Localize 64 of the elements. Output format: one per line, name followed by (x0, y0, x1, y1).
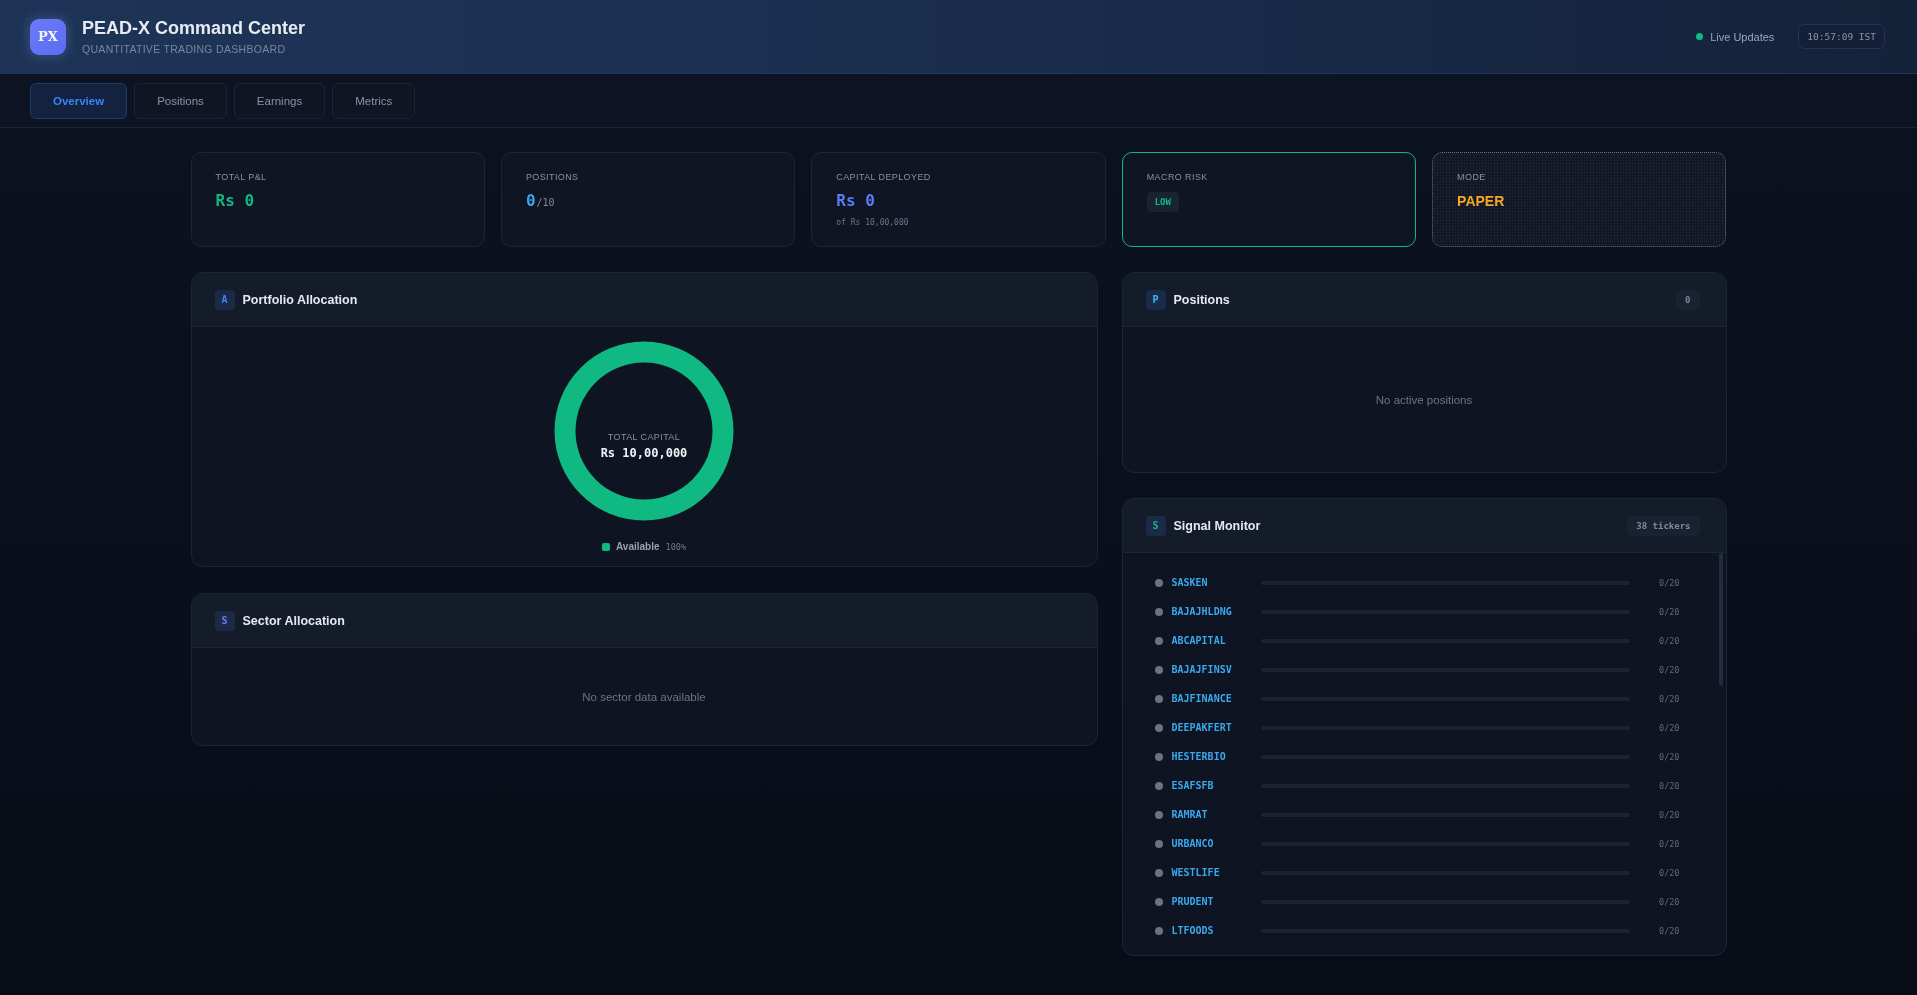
signal-reading: 0/20 (1659, 896, 1680, 907)
stat-note: of Rs 10,00,000 (836, 218, 910, 227)
scrollbar-thumb[interactable] (1718, 553, 1723, 686)
stat-label: CAPITAL DEPLOYED (836, 171, 932, 183)
section-letter: S (214, 610, 235, 631)
ticker-symbol[interactable]: BAJAJHLDNG (1171, 606, 1261, 617)
section-letter: A (214, 289, 235, 310)
signal-reading: 0/20 (1659, 722, 1680, 733)
signal-reading: 0/20 (1659, 606, 1680, 617)
ticker-symbol[interactable]: WESTLIFE (1171, 867, 1261, 878)
signal-reading: 0/20 (1659, 867, 1680, 878)
ticker-symbol[interactable]: BAJFINANCE (1171, 693, 1261, 704)
ticker-symbol[interactable]: RAMRAT (1171, 809, 1261, 820)
tab[interactable]: Earnings (233, 82, 326, 119)
signal-reading: 0/20 (1659, 751, 1680, 762)
signal-reading: 0/20 (1659, 925, 1680, 936)
panel-title: Positions (1173, 292, 1231, 307)
tab[interactable]: Metrics (332, 82, 416, 119)
legend-label: Available (616, 541, 660, 552)
tab[interactable]: Overview (30, 82, 128, 119)
panel-title: Signal Monitor (1173, 518, 1262, 533)
panel-title: Portfolio Allocation (242, 292, 359, 307)
clock-display: 10:57:09 IST (1798, 24, 1885, 49)
ticker-symbol[interactable]: ABCAPITAL (1171, 635, 1261, 646)
app-logo: PX (30, 18, 66, 55)
stat-label: MODE (1457, 171, 1487, 183)
ticker-symbol[interactable]: DEEPAKFERT (1171, 722, 1261, 733)
ticker-symbol[interactable]: LTFOODS (1171, 925, 1261, 936)
tab[interactable]: Positions (134, 82, 227, 119)
ticker-symbol[interactable]: BAJAJFINSV (1171, 664, 1261, 675)
ticker-symbol[interactable]: SASKEN (1171, 577, 1261, 588)
stat-label: POSITIONS (525, 171, 580, 183)
stat-total: /10 (536, 197, 555, 208)
signal-reading: 0/20 (1659, 577, 1680, 588)
section-letter: P (1145, 289, 1166, 310)
stat-value: 0 (525, 191, 536, 211)
section-letter: S (1145, 515, 1166, 536)
stat-label: TOTAL P&L (215, 171, 268, 183)
panel-title: Sector Allocation (242, 613, 346, 628)
signal-reading: 0/20 (1659, 780, 1680, 791)
legend-value: 100% (665, 541, 686, 552)
ticker-symbol[interactable]: URBANCO (1171, 838, 1261, 849)
app-title: PEAD-X Command Center (82, 18, 306, 38)
ring-center-value: Rs 10,00,000 (600, 446, 688, 460)
ticker-symbol[interactable]: PRUDENT (1171, 896, 1261, 907)
mode-value: PAPER (1457, 192, 1506, 211)
signal-reading: 0/20 (1659, 664, 1680, 675)
ring-center-label: TOTAL CAPITAL (607, 432, 681, 442)
app-subtitle: QUANTITATIVE TRADING DASHBOARD (82, 43, 287, 55)
ticker-symbol[interactable]: ESAFSFB (1171, 780, 1261, 791)
stat-value: Rs 0 (215, 191, 255, 211)
count-label: 38 tickers (1627, 515, 1700, 536)
signal-reading: 0/20 (1659, 693, 1680, 704)
count-label: 0 (1676, 289, 1700, 310)
signal-reading: 0/20 (1659, 838, 1680, 849)
stat-value: Rs 0 (836, 191, 875, 211)
live-updates-label: Live Updates (1710, 30, 1775, 43)
empty-message: No sector data available (582, 690, 706, 703)
empty-message: No active positions (1375, 393, 1473, 406)
stat-label: MACRO RISK (1146, 171, 1209, 183)
signal-reading: 0/20 (1659, 809, 1680, 820)
ticker-symbol[interactable]: HESTERBIO (1171, 751, 1261, 762)
risk-level: LOW (1146, 192, 1179, 212)
signal-reading: 0/20 (1659, 635, 1680, 646)
